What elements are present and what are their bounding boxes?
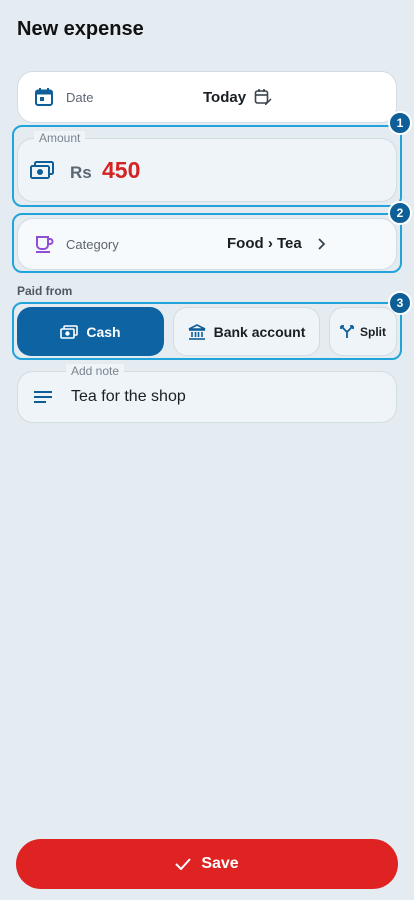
date-value: Today [203,88,247,106]
amount-input[interactable]: 450 [102,157,140,184]
page-title: New expense [17,18,144,40]
cash-icon [60,324,79,339]
bank-icon [188,323,206,340]
cup-icon [34,234,54,254]
paid-from-label: Paid from [17,284,73,298]
split-icon [340,324,354,339]
date-label: Date [66,90,94,105]
chevron-right-icon [316,237,326,250]
notes-icon [32,387,54,407]
save-button[interactable]: Save [16,839,398,889]
amount-legend: Amount [34,131,86,145]
bank-label: Bank account [213,323,306,340]
category-row[interactable]: Category Food › Tea [17,218,397,270]
note-field[interactable]: Add note Tea for the shop [17,364,397,423]
split-label: Split [360,324,386,339]
calendar-edit-icon[interactable] [254,88,272,106]
step-1-badge: 1 [388,111,412,135]
currency-symbol: Rs [70,163,92,182]
cash-icon [30,161,54,179]
date-value-group[interactable]: Today [203,88,272,106]
check-icon [175,858,192,870]
calendar-icon [34,87,54,107]
paid-from-bank-button[interactable]: Bank account [173,307,320,356]
note-input[interactable]: Tea for the shop [71,388,186,406]
date-row[interactable]: Date Today [17,71,397,123]
category-value: Food › Tea [227,235,302,252]
amount-field[interactable]: Amount Rs 450 [17,131,397,202]
save-label: Save [201,855,239,872]
category-label: Category [66,237,119,252]
note-legend: Add note [66,364,125,378]
cash-label: Cash [86,323,121,340]
paid-from-split-button[interactable]: Split [329,307,397,356]
category-value-group[interactable]: Food › Tea [227,235,326,252]
paid-from-cash-button[interactable]: Cash [17,307,164,356]
